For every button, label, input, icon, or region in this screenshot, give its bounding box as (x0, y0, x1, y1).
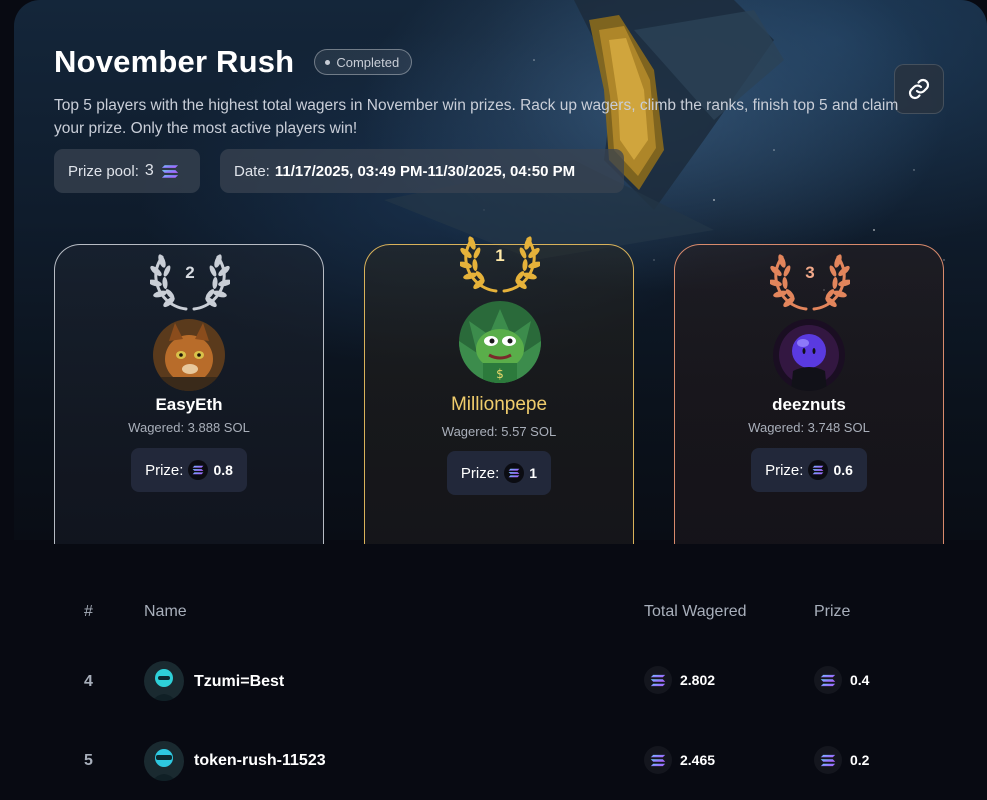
row-prize: 0.4 (814, 666, 869, 694)
avatar[interactable] (144, 741, 184, 781)
date-chip: Date: 11/17/2025, 03:49 PM-11/30/2025, 0… (220, 149, 624, 193)
avatar[interactable]: $ (459, 301, 541, 383)
date-label: Date: (234, 162, 270, 180)
prize-label: Prize: (145, 461, 184, 479)
avatar[interactable] (773, 319, 845, 391)
podium-card-third: 3 deeznuts Wagered: 3.748 SOL Prize: 0.6 (674, 244, 944, 544)
row-total-wagered: 2.465 (644, 746, 715, 774)
wagered-amount: Wagered: 5.57 SOL (441, 424, 557, 439)
player-name[interactable]: deeznuts (675, 395, 943, 415)
column-header-rank: # (84, 603, 93, 620)
solana-icon (808, 460, 829, 480)
wagered-amount: Wagered: 3.748 SOL (748, 420, 870, 435)
prize-box: Prize: 1 (447, 451, 551, 495)
row-prize-value: 0.4 (850, 672, 870, 688)
row-player-name[interactable]: Tzumi=Best (194, 673, 284, 691)
solana-icon (644, 746, 672, 774)
status-label: Completed (336, 54, 400, 70)
prize-amount: 1 (529, 465, 538, 481)
column-header-total-wagered: Total Wagered (644, 603, 747, 620)
title-row: November Rush Completed (54, 44, 413, 80)
podium-card-first: 1 $ Millionpepe Wagered: 5.57 SOL Prize:… (364, 244, 634, 544)
row-total-wagered: 2.802 (644, 666, 715, 694)
tournament-description: Top 5 players with the highest total wag… (54, 97, 899, 137)
prize-pool-value: 3 (144, 162, 154, 179)
row-wagered-value: 2.465 (680, 752, 716, 768)
prize-box: Prize: 0.6 (751, 448, 867, 492)
rank-number: 2 (185, 263, 195, 282)
solana-icon (188, 460, 209, 480)
podium-card-second: 2 EasyEth Wagered: 3.888 SOL Prize: 0.8 (54, 244, 324, 544)
wagered-amount: Wagered: 3.888 SOL (128, 420, 250, 435)
prize-amount: 0.8 (213, 462, 233, 478)
column-header-prize: Prize (814, 603, 851, 620)
prize-label: Prize: (765, 461, 804, 479)
status-dot-icon (325, 59, 331, 65)
date-value: 11/17/2025, 03:49 PM-11/30/2025, 04:50 P… (274, 162, 576, 180)
avatar[interactable] (153, 319, 225, 391)
solana-icon (504, 463, 525, 483)
prize-pool-chip: Prize pool: 3 (54, 149, 200, 193)
solana-icon (644, 666, 672, 694)
solana-icon (814, 666, 842, 694)
status-badge: Completed (314, 49, 413, 75)
row-wagered-value: 2.802 (680, 672, 716, 688)
rank-number: 1 (495, 246, 505, 265)
player-name[interactable]: Millionpepe (365, 394, 633, 416)
avatar[interactable] (144, 661, 184, 701)
row-prize: 0.2 (814, 746, 869, 774)
prize-amount: 0.6 (833, 462, 853, 478)
solana-icon (160, 161, 180, 181)
page-title: November Rush (54, 44, 295, 79)
prize-box: Prize: 0.8 (131, 448, 247, 492)
link-icon (908, 78, 930, 100)
svg-text:$: $ (496, 367, 504, 381)
column-header-name: Name (144, 603, 187, 620)
prize-label: Prize: (460, 464, 500, 482)
solana-icon (814, 746, 842, 774)
player-name[interactable]: EasyEth (55, 395, 323, 415)
rank-number: 3 (805, 263, 815, 282)
row-rank: 4 (84, 673, 93, 690)
row-prize-value: 0.2 (850, 752, 870, 768)
row-player-name[interactable]: token-rush-11523 (194, 752, 326, 770)
row-rank: 5 (84, 752, 93, 769)
prize-pool-label: Prize pool: (68, 162, 139, 180)
